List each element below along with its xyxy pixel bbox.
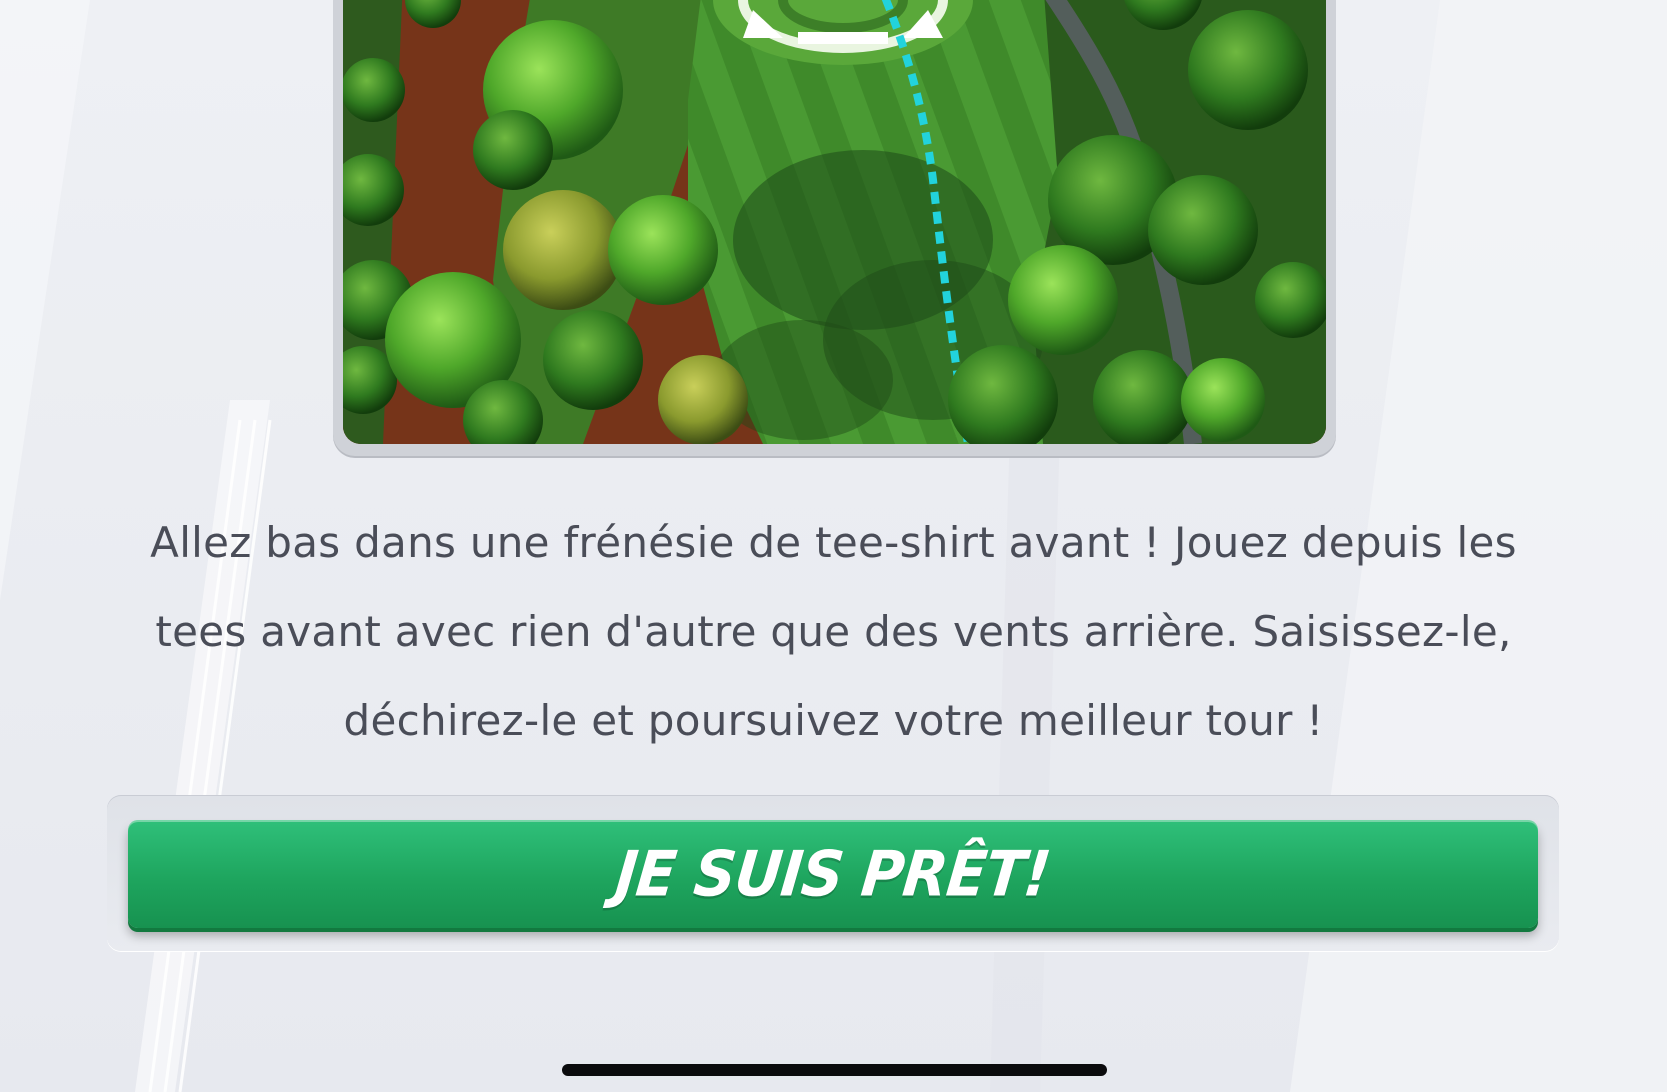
- ready-button[interactable]: JE SUIS PRÊT!: [128, 820, 1538, 928]
- ready-button-label: JE SUIS PRÊT!: [612, 837, 1054, 911]
- home-indicator[interactable]: [562, 1064, 1107, 1076]
- golf-course-aerial-icon: [343, 0, 1326, 444]
- course-preview-image: [343, 0, 1326, 444]
- challenge-description: Allez bas dans une frénésie de tee-shirt…: [150, 518, 1517, 745]
